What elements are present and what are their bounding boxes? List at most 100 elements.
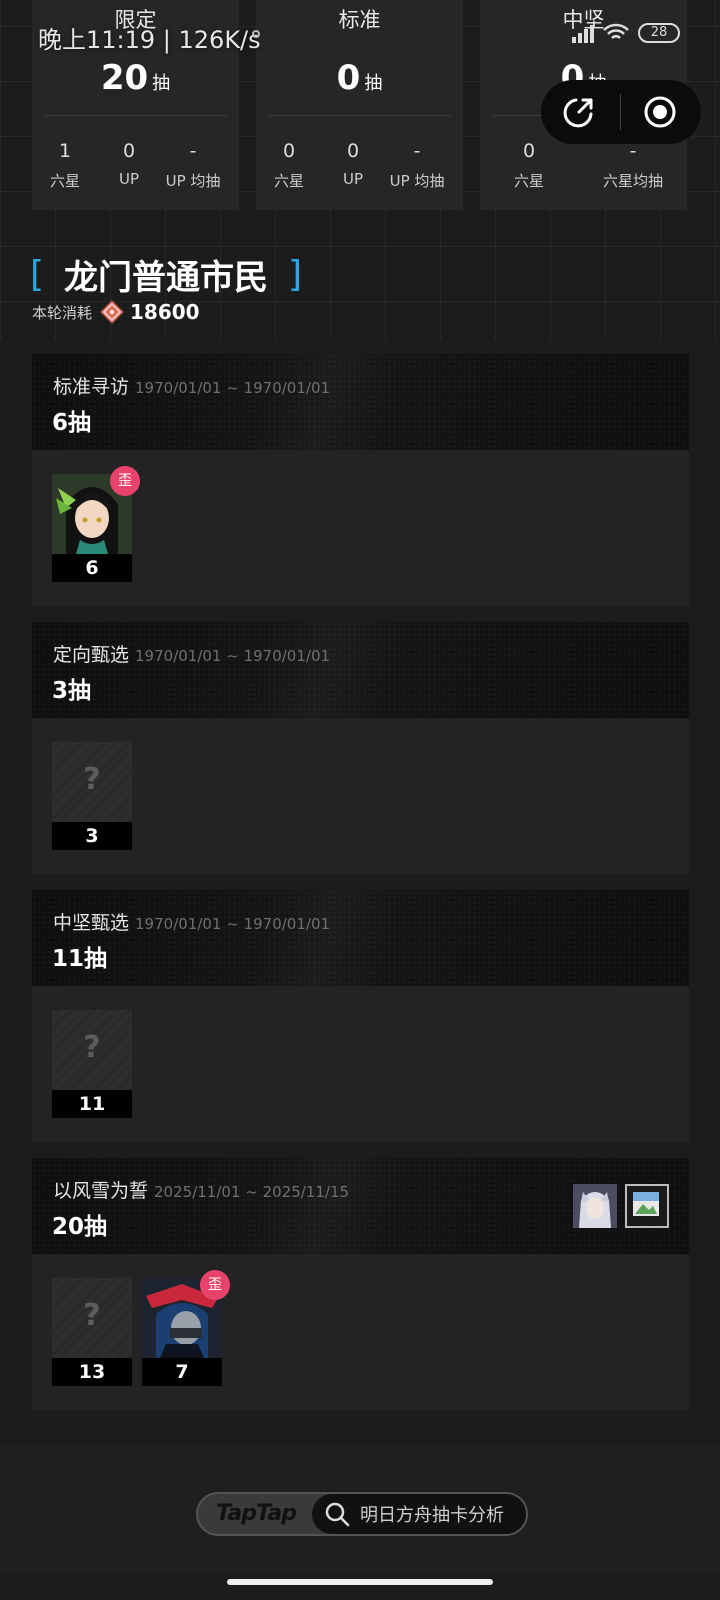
stat-value: 0 [522,140,536,162]
operator-card[interactable]: 歪 6 [52,466,140,582]
cost-value: 18600 [130,300,200,324]
off-banner-badge: 歪 [110,466,140,496]
home-indicator[interactable] [227,1579,493,1585]
stat-label: UP 均抽 [389,172,445,190]
pool-pulls: 20抽 [52,1214,108,1240]
close-target-icon[interactable] [642,94,678,130]
pool-section: 以风雪为誓 2025/11/01 ~ 2025/11/15 20抽 ? 13 歪… [32,1158,689,1410]
taptap-search-pill[interactable]: TapTap 明日方舟抽卡分析 [196,1492,528,1536]
stat-six-star: 0 六星 [264,140,314,191]
featured-operators [573,1184,669,1228]
bracket-left: [ [30,254,45,295]
stat-value: 0 [282,140,296,162]
rank-title: [ 龙门普通市民 ] [30,250,302,299]
stat-label: UP [118,170,140,188]
share-icon[interactable] [561,94,597,130]
pool-name-row: 标准寻访 1970/01/01 ~ 1970/01/01 [53,372,330,399]
pool-header: 标准寻访 1970/01/01 ~ 1970/01/01 6抽 [32,354,689,450]
operator-card[interactable]: ? 13 [52,1278,132,1386]
operator-pull-count: 11 [52,1090,132,1118]
unknown-operator-placeholder: ? [52,1010,132,1090]
pool-body: ? 11 [32,986,689,1142]
pool-section: 标准寻访 1970/01/01 ~ 1970/01/01 6抽 歪 6 [32,354,689,606]
stat-label: 六星 [273,172,304,190]
pool-body: 歪 6 [32,450,689,606]
taptap-logo: TapTap [216,1501,297,1526]
pool-pulls: 3抽 [52,678,92,704]
stat-up-average: - UP 均抽 [382,140,452,191]
stat-label: 六星 [49,172,80,190]
stat-value: - [413,140,421,162]
pool-name-row: 中坚甄选 1970/01/01 ~ 1970/01/01 [53,908,330,935]
search-icon [325,1502,350,1527]
stat-value: 1 [58,140,72,162]
orundum-icon [100,300,125,324]
divider [268,115,451,116]
pool-dates: 1970/01/01 ~ 1970/01/01 [135,915,331,933]
stat-six-star-average: - 六星均抽 [588,140,678,191]
question-mark: ? [83,762,101,797]
operator-pull-count: 7 [142,1358,222,1386]
pool-pulls: 6抽 [52,410,92,436]
stat-up-average: - UP 均抽 [158,140,228,191]
pool-name: 定向甄选 [53,644,130,666]
pool-name-row: 定向甄选 1970/01/01 ~ 1970/01/01 [53,640,330,667]
operator-card[interactable]: ? 11 [52,1010,132,1118]
notification-dot-icon [252,30,260,38]
battery-icon: 28 [638,23,680,43]
pool-section: 中坚甄选 1970/01/01 ~ 1970/01/01 11抽 ? 11 [32,890,689,1142]
cellular-signal-icon [572,23,594,43]
pool-header: 定向甄选 1970/01/01 ~ 1970/01/01 3抽 [32,622,689,718]
stat-value: 0 [346,140,360,162]
capsule-divider [620,94,621,130]
stat-value: - [189,140,197,162]
unknown-operator-placeholder: ? [52,1278,132,1358]
stat-up: 0 UP [328,140,378,188]
pool-dates: 1970/01/01 ~ 1970/01/01 [135,379,331,397]
status-bar: 晚上11:19 | 126K/s 28 [0,0,720,70]
pool-name: 中坚甄选 [53,912,130,934]
pool-name: 标准寻访 [53,376,130,398]
stat-six-star: 1 六星 [40,140,90,191]
wifi-icon [603,23,629,39]
stat-value: 0 [122,140,136,162]
pool-name: 以风雪为誓 [53,1180,149,1202]
pool-section: 定向甄选 1970/01/01 ~ 1970/01/01 3抽 ? 3 [32,622,689,874]
pool-dates: 2025/11/01 ~ 2025/11/15 [154,1183,350,1201]
status-indicators: 28 [572,22,680,44]
pool-body: ? 3 [32,718,689,874]
stat-count-unit: 抽 [364,73,383,94]
pool-name-row: 以风雪为誓 2025/11/01 ~ 2025/11/15 [53,1176,349,1203]
stat-six-star: 0 六星 [504,140,554,191]
operator-pull-count: 13 [52,1358,132,1386]
featured-operator-thumb [573,1184,617,1228]
stat-count-unit: 抽 [152,73,171,94]
pool-body: ? 13 歪 7 [32,1254,689,1410]
pool-header: 中坚甄选 1970/01/01 ~ 1970/01/01 11抽 [32,890,689,986]
search-box[interactable]: 明日方舟抽卡分析 [312,1494,526,1534]
mini-program-capsule [541,80,701,144]
broken-image-icon [625,1184,669,1228]
status-time: 晚上11:19 | 126K/s [38,26,261,54]
cost-label: 本轮消耗 [32,303,93,322]
stat-label: 六星均抽 [602,172,663,190]
footer: TapTap 明日方舟抽卡分析 [0,1444,720,1574]
operator-card[interactable]: ? 3 [52,742,132,850]
pool-header: 以风雪为誓 2025/11/01 ~ 2025/11/15 20抽 [32,1158,689,1254]
question-mark: ? [83,1030,101,1065]
stat-label: UP [342,170,364,188]
off-banner-badge: 歪 [200,1270,230,1300]
stat-up: 0 UP [104,140,154,188]
operator-pull-count: 6 [52,554,132,582]
question-mark: ? [83,1298,101,1333]
pool-pulls: 11抽 [52,946,108,972]
rank-title-text: 龙门普通市民 [64,258,269,298]
cost-row: 本轮消耗 18600 [32,300,200,324]
unknown-operator-placeholder: ? [52,742,132,822]
operator-pull-count: 3 [52,822,132,850]
stat-label: UP 均抽 [165,172,221,190]
search-query: 明日方舟抽卡分析 [360,1505,504,1526]
pool-dates: 1970/01/01 ~ 1970/01/01 [135,647,331,665]
stat-label: 六星 [513,172,544,190]
operator-card[interactable]: 歪 7 [142,1270,230,1386]
